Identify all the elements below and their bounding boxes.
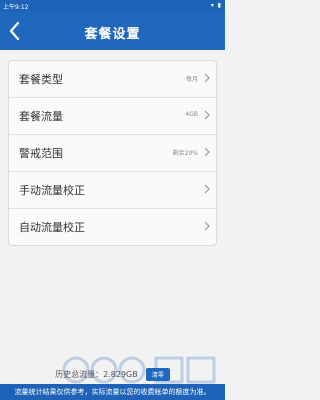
chevron-right-icon <box>204 110 210 120</box>
chevron-right-icon <box>204 184 210 194</box>
setting-row-auto-correction[interactable]: 自动流量校正 <box>9 209 216 245</box>
settings-list: 套餐类型 每月 套餐流量 4GB 警戒范围 剩余20% 手动流量校正 自动流量校… <box>8 60 217 246</box>
setting-row-package-data[interactable]: 套餐流量 4GB <box>9 98 216 135</box>
setting-row-alert-range[interactable]: 警戒范围 剩余20% <box>9 135 216 172</box>
status-icons: ▾ ▮ <box>210 2 222 9</box>
clear-button[interactable]: 清零 <box>145 368 170 381</box>
total-usage-text: 历史总流量：2.829GB <box>55 370 138 379</box>
page-title: 套餐设置 <box>84 27 141 42</box>
setting-label: 套餐类型 <box>19 73 63 86</box>
setting-value: 每月 <box>185 76 198 83</box>
footer-notice: 流量统计结果仅供参考，实际流量以您的收费帐单的额度为准。 <box>0 384 225 400</box>
setting-label: 警戒范围 <box>19 147 63 160</box>
setting-value: 剩余20% <box>172 150 198 157</box>
chevron-right-icon <box>204 221 210 231</box>
header: 套餐设置 <box>0 12 225 50</box>
usage-summary: 历史总流量：2.829GB 清零 <box>0 364 225 382</box>
status-bar: 上午9:12 ▾ ▮ <box>0 0 225 12</box>
setting-value: 4GB <box>185 111 198 118</box>
setting-label: 手动流量校正 <box>19 184 85 197</box>
chevron-right-icon <box>204 147 210 157</box>
setting-row-package-type[interactable]: 套餐类型 每月 <box>9 61 216 98</box>
setting-row-manual-correction[interactable]: 手动流量校正 <box>9 172 216 209</box>
status-time: 上午9:12 <box>3 4 29 11</box>
setting-label: 套餐流量 <box>19 110 63 123</box>
chevron-right-icon <box>204 73 210 83</box>
setting-label: 自动流量校正 <box>19 221 85 234</box>
